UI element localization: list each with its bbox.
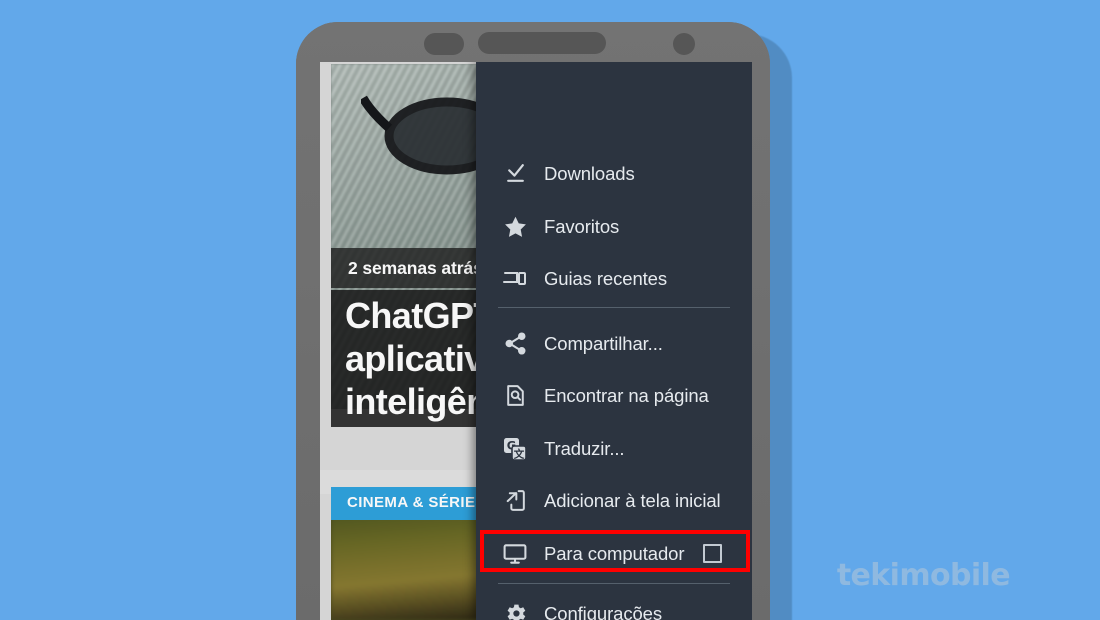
menu-item-guias-recentes[interactable]: Guias recentes (476, 252, 752, 305)
menu-item-compartilhar[interactable]: Compartilhar... (476, 317, 752, 370)
svg-text:文: 文 (513, 447, 525, 460)
menu-item-historico[interactable] (476, 62, 752, 76)
menu-item-configuracoes[interactable]: Configurações (476, 587, 752, 620)
proximity-sensor (424, 33, 464, 55)
gear-icon (490, 601, 540, 620)
star-icon (490, 214, 540, 239)
desktop-icon (490, 541, 540, 567)
translate-icon: G 文 (490, 436, 540, 462)
browser-overflow-menu: Downloads Favoritos Guias recentes Compa… (476, 62, 752, 620)
menu-item-compartilhar-label: Compartilhar... (544, 332, 663, 354)
menu-item-guias-recentes-label: Guias recentes (544, 267, 668, 289)
menu-item-downloads-label: Downloads (544, 162, 635, 184)
download-icon (490, 161, 540, 186)
menu-item-traduzir-label: Traduzir... (544, 437, 625, 459)
find-in-page-icon (490, 383, 540, 408)
devices-icon (490, 266, 540, 292)
menu-item-para-computador[interactable]: Para computador (476, 527, 752, 580)
share-icon (490, 331, 540, 356)
phone-screen: 2 semanas atrás | N ChatGPT n aplicativo… (320, 62, 752, 620)
add-to-home-icon (490, 488, 540, 513)
menu-item-encontrar-label: Encontrar na página (544, 384, 709, 406)
menu-item-encontrar-na-pagina[interactable]: Encontrar na página (476, 369, 752, 422)
menu-item-downloads[interactable]: Downloads (476, 147, 752, 200)
watermark-tekimobile: tekimobile (836, 558, 1011, 593)
para-computador-checkbox[interactable] (703, 544, 722, 563)
front-camera (673, 33, 695, 55)
menu-item-adicionar-tela-inicial[interactable]: Adicionar à tela inicial (476, 474, 752, 527)
menu-item-para-computador-label: Para computador (544, 542, 685, 564)
screenshot-stage: 2 semanas atrás | N ChatGPT n aplicativo… (0, 0, 1100, 620)
menu-divider-2 (498, 583, 730, 584)
menu-item-adicionar-label: Adicionar à tela inicial (544, 489, 721, 511)
menu-item-guias-label: Favoritos (544, 215, 620, 237)
history-icon (490, 62, 540, 64)
menu-item-favoritos[interactable]: Favoritos (476, 200, 752, 253)
menu-item-configuracoes-label: Configurações (544, 602, 662, 620)
menu-divider-1 (498, 307, 730, 308)
earpiece-speaker (478, 32, 606, 54)
menu-item-traduzir[interactable]: G 文 Traduzir... (476, 422, 752, 475)
